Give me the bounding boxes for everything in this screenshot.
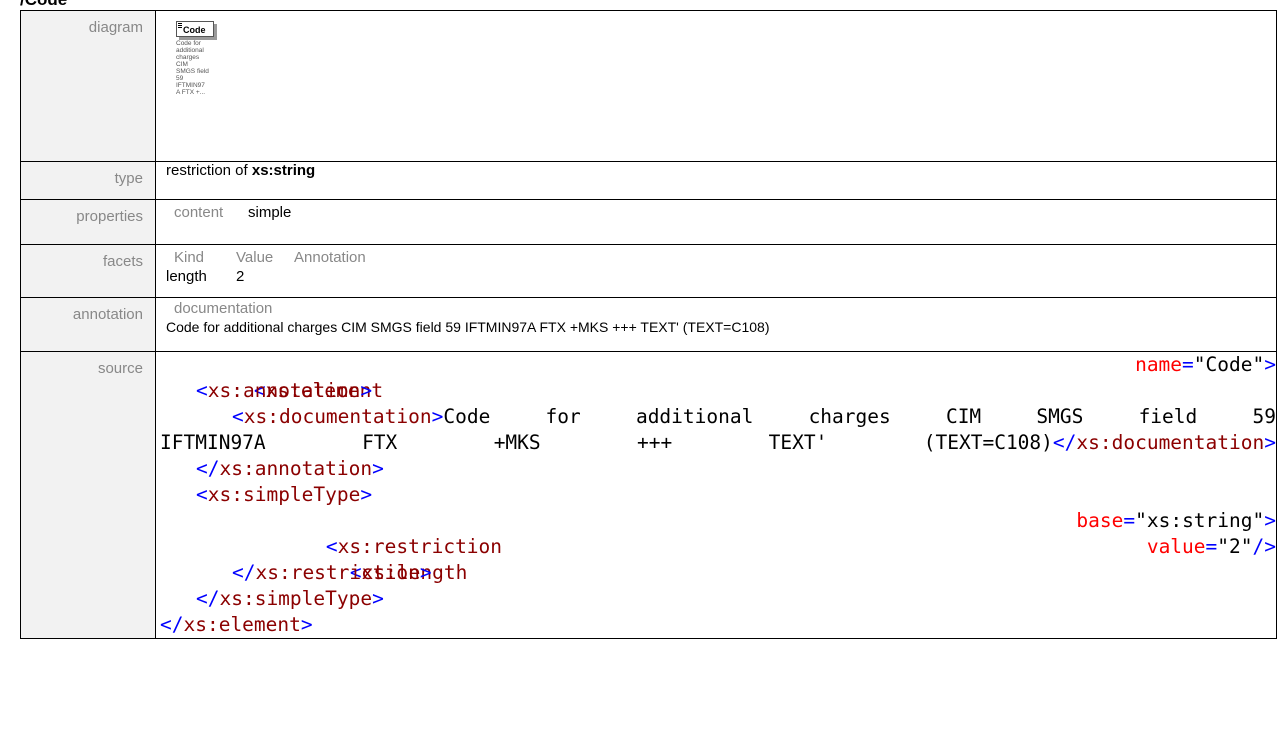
source-line: <xs:restriction base="xs:string"> xyxy=(325,509,1276,558)
annotation-row: annotation documentation Code for additi… xyxy=(20,297,1277,352)
diagram-doc-line: CIM xyxy=(176,61,188,68)
type-base-link[interactable]: xs:string xyxy=(252,162,315,179)
diagram-cell: Code Code for additional charges CIM SMG… xyxy=(155,10,1277,162)
source-line: </xs:simpleType> xyxy=(160,586,1276,612)
xml-text: CIM xyxy=(945,405,982,428)
facet-header-kind: Kind xyxy=(174,249,205,266)
xml-attr-value: "xs:string" xyxy=(1135,509,1265,532)
xml-text: additional xyxy=(635,405,754,428)
xml-text: charges xyxy=(808,405,891,428)
facet-value: 2 xyxy=(236,268,245,285)
source-line: </xs:restriction> xyxy=(160,560,1276,586)
facet-header-annotation: Annotation xyxy=(294,249,366,266)
xml-tag: </xs:element> xyxy=(160,613,313,636)
source-line: <xs:annotation> xyxy=(160,378,1276,404)
xml-text: IFTMIN97A xyxy=(160,431,266,454)
xml-text: (TEXT=C108) xyxy=(923,431,1053,454)
diagram-doc-line: A FTX +... xyxy=(176,89,206,96)
source-line: </xs:element> xyxy=(160,612,1276,638)
xml-text: TEXT' xyxy=(768,431,828,454)
element-diagram[interactable]: Code Code for additional charges CIM SMG… xyxy=(166,11,1276,96)
annotation-text: Code for additional charges CIM SMGS fie… xyxy=(166,319,770,335)
xml-text: Code xyxy=(443,405,491,428)
diagram-label: diagram xyxy=(20,10,156,162)
element-documentation-table: diagram Code Code for additional charges… xyxy=(20,10,1277,639)
properties-row: properties content simple xyxy=(20,199,1277,245)
xml-text: +++ xyxy=(637,431,673,454)
source-row: source <xs:element name="Code"> <xs:anno… xyxy=(20,351,1277,639)
annotation-label: annotation xyxy=(20,297,156,352)
facet-row: length 2 xyxy=(166,266,1276,285)
source-label: source xyxy=(20,351,156,639)
xml-tag: <xs:simpleType> xyxy=(196,483,373,506)
xml-attr: base xyxy=(1076,509,1124,532)
type-prefix: restriction of xyxy=(166,162,252,179)
diagram-documentation: Code for additional charges CIM SMGS fie… xyxy=(176,40,224,96)
property-value: simple xyxy=(248,204,292,221)
diagram-row: diagram Code Code for additional charges… xyxy=(20,10,1277,162)
annotation-head: documentation xyxy=(174,300,273,317)
facets-row: facets Kind Value Annotation length 2 xyxy=(20,244,1277,298)
xml-tag: </xs:restriction> xyxy=(232,561,432,584)
facet-header-value: Value xyxy=(236,249,274,266)
source-line: <xs:element name="Code"> xyxy=(253,353,1276,402)
source-line: <xs:simpleType> xyxy=(160,482,1276,508)
xml-tag: <xs:annotation> xyxy=(196,379,373,402)
xml-text: for xyxy=(545,405,581,428)
properties-cell: content simple xyxy=(155,199,1277,245)
xml-tag: </xs:annotation> xyxy=(196,457,384,480)
xml-tag: </xs:documentation> xyxy=(1052,431,1276,454)
xml-text: 59 xyxy=(1252,405,1276,428)
xml-text: field xyxy=(1138,405,1198,428)
source-line: IFTMIN97A FTX +MKS +++ TEXT' (TEXT=C108)… xyxy=(160,430,1276,456)
source-line: </xs:annotation> xyxy=(160,456,1276,482)
facet-kind: length xyxy=(166,268,207,285)
properties-label: properties xyxy=(20,199,156,245)
diagram-doc-line: Code for xyxy=(176,40,201,47)
xml-attr-value: "Code" xyxy=(1193,353,1265,376)
type-value: restriction of xs:string xyxy=(155,161,1277,200)
xml-attr-value: "2" xyxy=(1217,535,1253,558)
source-line: <xs:documentation>Code for additional ch… xyxy=(160,404,1276,430)
xml-text: FTX xyxy=(362,431,398,454)
diagram-element-box[interactable]: Code xyxy=(176,21,214,37)
property-key: content xyxy=(174,204,224,221)
type-label: type xyxy=(20,161,156,200)
diagram-element-name: Code xyxy=(183,25,206,35)
annotation-cell: documentation Code for additional charge… xyxy=(155,297,1277,352)
diagram-doc-line: IFTMIN97 xyxy=(176,82,205,89)
diagram-doc-line: additional xyxy=(176,47,204,54)
xml-tag: <xs:documentation> xyxy=(232,405,444,428)
xml-attr: name xyxy=(1135,353,1183,376)
element-icon xyxy=(178,23,182,28)
xml-tag: </xs:simpleType> xyxy=(196,587,384,610)
diagram-doc-line: charges xyxy=(176,54,200,61)
diagram-doc-line: SMGS field xyxy=(176,68,209,75)
xml-text: +MKS xyxy=(493,431,541,454)
xml-text: SMGS xyxy=(1036,405,1084,428)
source-code: <xs:element name="Code"> <xs:annotation>… xyxy=(155,351,1277,639)
source-line: <xs:length value="2"/> xyxy=(349,535,1276,584)
type-row: type restriction of xs:string xyxy=(20,161,1277,200)
facets-header: Kind Value Annotation xyxy=(166,245,1276,266)
page-heading: /Code xyxy=(20,0,67,10)
diagram-doc-line: 59 xyxy=(176,75,184,82)
xml-attr: value xyxy=(1146,535,1206,558)
facets-label: facets xyxy=(20,244,156,298)
facets-cell: Kind Value Annotation length 2 xyxy=(155,244,1277,298)
